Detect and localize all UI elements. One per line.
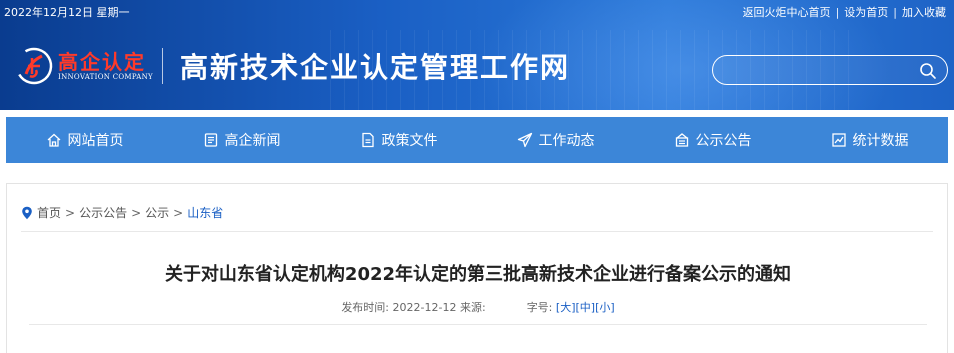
search-icon[interactable] [919,62,937,80]
search-box [712,55,948,85]
notice-icon [675,133,688,147]
font-size-label: 字号: [526,301,553,314]
font-size-medium-button[interactable]: [中] [576,301,596,314]
location-pin-icon [22,206,32,219]
nav-home[interactable]: 网站首页 [6,117,163,163]
nav-work-updates[interactable]: 工作动态 [477,117,634,163]
breadcrumb-shandong[interactable]: 山东省 [187,204,223,221]
top-links: 返回火炬中心首页 | 设为首页 | 加入收藏 [743,4,946,20]
meta-divider [29,324,927,325]
breadcrumb-separator: > [65,205,76,220]
nav-news-label: 高企新闻 [224,133,281,149]
font-size-small-button[interactable]: [小] [595,301,615,314]
site-title: 高新技术企业认定管理工作网 [180,51,571,84]
logo-divider [162,48,163,84]
return-home-link[interactable]: 返回火炬中心首页 [743,4,831,20]
nav-statistics-label: 统计数据 [852,133,909,149]
logo-english-text: INNOVATION COMPANY [58,73,153,81]
document-icon [361,132,374,148]
news-icon [204,133,217,147]
chart-icon [831,133,846,147]
nav-policy[interactable]: 政策文件 [320,117,477,163]
set-homepage-link[interactable]: 设为首页 [844,4,888,20]
breadcrumb-separator: > [131,205,142,220]
home-icon [47,133,60,147]
breadcrumb-home[interactable]: 首页 [37,204,61,221]
nav-statistics[interactable]: 统计数据 [791,117,948,163]
nav-notices-label: 公示公告 [695,133,752,149]
nav-home-label: 网站首页 [67,133,124,149]
site-logo[interactable]: 高企认定 INNOVATION COMPANY [12,44,153,88]
site-header: 2022年12月12日 星期一 返回火炬中心首页 | 设为首页 | 加入收藏 高… [0,0,954,110]
publish-date: 2022-12-12 [392,301,457,314]
logo-chinese-text: 高企认定 [58,50,146,74]
breadcrumb: 首页 > 公示公告 > 公示 > 山东省 [21,204,223,221]
nav-policy-label: 政策文件 [381,133,438,149]
article-title: 关于对山东省认定机构2022年认定的第三批高新技术企业进行备案公示的通知 [164,264,792,285]
breadcrumb-publicity[interactable]: 公示 [145,204,169,221]
publish-label: 发布时间: [341,301,390,314]
nav-work-updates-label: 工作动态 [538,133,595,149]
search-input[interactable] [727,60,907,80]
paper-plane-icon [517,132,532,148]
current-date: 2022年12月12日 星期一 [4,6,130,19]
article-meta: 发布时间: 2022-12-12 来源: 字号: [大][中][小] [7,299,949,315]
breadcrumb-divider [21,231,933,232]
breadcrumb-separator: > [173,205,184,220]
main-nav: 网站首页 高企新闻 政策文件 工作动态 公示公告 统计数据 [6,117,948,163]
add-favorite-link[interactable]: 加入收藏 [902,4,946,20]
divider: | [893,5,897,19]
breadcrumb-notices[interactable]: 公示公告 [79,204,127,221]
nav-notices[interactable]: 公示公告 [634,117,791,163]
content-panel: 首页 > 公示公告 > 公示 > 山东省 关于对山东省认定机构2022年认定的第… [6,183,948,353]
logo-mark-icon [15,47,53,85]
nav-news[interactable]: 高企新闻 [163,117,320,163]
divider: | [835,5,840,19]
source-label: 来源: [459,301,486,314]
font-size-large-button[interactable]: [大] [556,301,576,314]
